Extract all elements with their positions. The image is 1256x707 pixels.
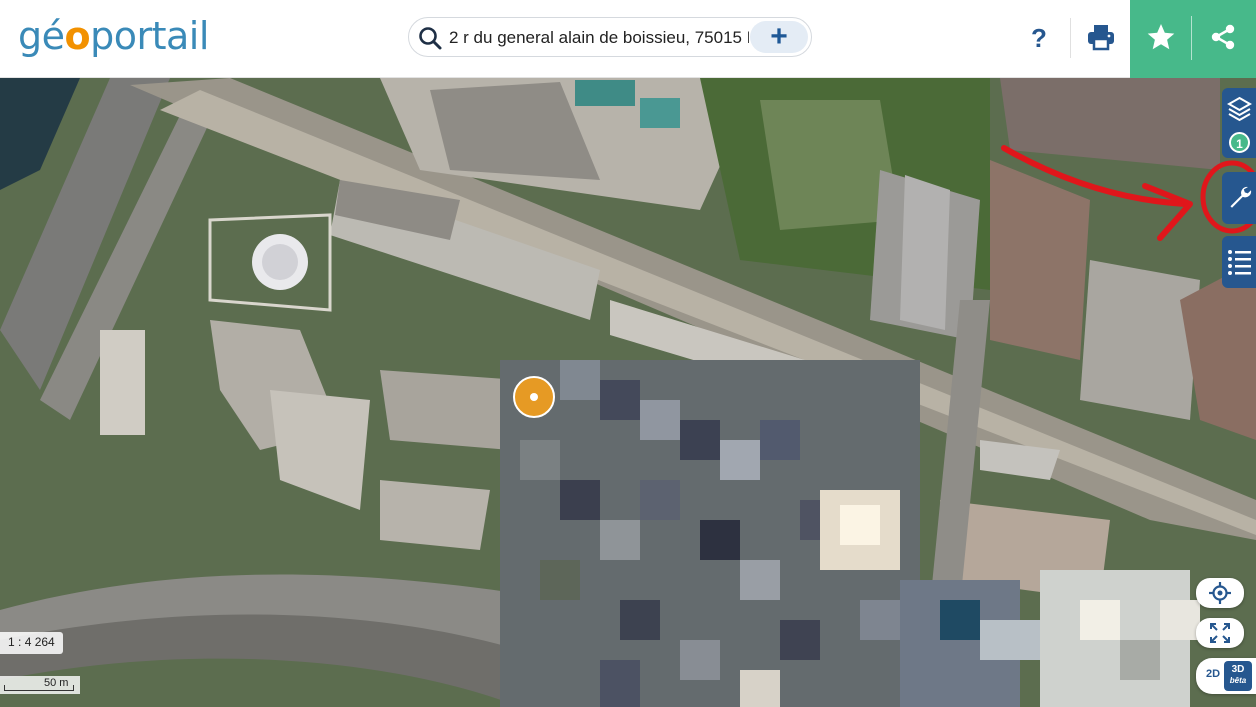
search-bar: +: [408, 17, 812, 57]
header-divider: [1070, 18, 1071, 58]
layers-button[interactable]: 1: [1222, 88, 1256, 158]
logo-text-portail: portail: [90, 14, 209, 58]
logo-text-ge: gé: [18, 14, 65, 58]
search-input[interactable]: [449, 26, 749, 50]
layers-count-badge: 1: [1229, 132, 1250, 153]
locate-button[interactable]: [1196, 578, 1244, 608]
star-icon[interactable]: [1146, 22, 1176, 52]
legend-button[interactable]: [1222, 236, 1256, 288]
scale-prefix: 1 :: [8, 635, 25, 649]
view-mode-toggle[interactable]: 2D 3D bêta: [1196, 658, 1256, 694]
fullscreen-button[interactable]: [1196, 618, 1244, 648]
list-icon: [1228, 250, 1251, 275]
share-icon[interactable]: [1208, 22, 1238, 52]
scale-bar-label: 50 m: [44, 677, 69, 689]
logo-text-o: o: [64, 14, 91, 58]
satellite-map[interactable]: 1 2D 3D bêta 1: 4 264 50 m: [0, 78, 1256, 707]
geoportail-logo[interactable]: géoportail: [18, 14, 209, 58]
view-3d-button[interactable]: 3D bêta: [1224, 661, 1252, 691]
wrench-icon: [1230, 186, 1252, 208]
scale-bar: 50 m: [0, 676, 80, 694]
scale-value: 4 264: [24, 635, 55, 649]
view-3d-beta-label: bêta: [1229, 676, 1247, 685]
view-3d-label: 3D: [1231, 664, 1245, 675]
scale-denominator: 1 : 4 264: [0, 632, 63, 654]
layers-icon: [1227, 96, 1252, 122]
help-button[interactable]: ?: [1025, 20, 1053, 56]
top-bar: géoportail + ?: [0, 0, 1256, 78]
view-2d-label[interactable]: 2D: [1206, 668, 1220, 680]
add-search-button[interactable]: +: [750, 21, 808, 53]
tools-button[interactable]: [1222, 172, 1256, 224]
geoportail-app: géoportail + ?: [0, 0, 1256, 707]
crosshair-icon: [1209, 582, 1231, 604]
search-icon[interactable]: [417, 25, 443, 51]
fullscreen-icon: [1210, 623, 1230, 643]
panel-divider: [1191, 16, 1192, 60]
favorites-share-panel: [1130, 0, 1256, 78]
print-icon[interactable]: [1086, 22, 1116, 52]
location-marker-icon[interactable]: [512, 375, 556, 419]
map-imagery: [0, 78, 1256, 707]
